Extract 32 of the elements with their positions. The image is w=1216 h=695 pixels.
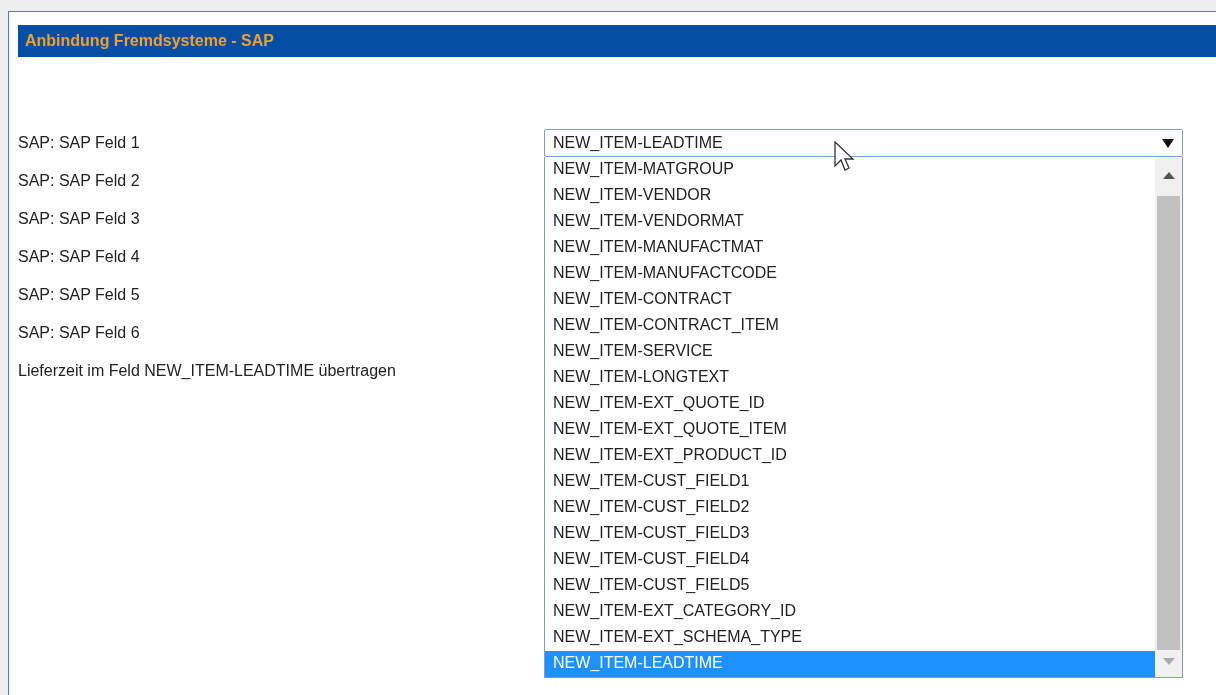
dropdown-option[interactable]: NEW_ITEM-EXT_QUOTE_ITEM <box>545 417 1155 443</box>
panel-header: Anbindung Fremdsysteme - SAP <box>18 25 1216 57</box>
field-label: Lieferzeit im Feld NEW_ITEM-LEADTIME übertragen <box>18 362 397 380</box>
field-label: SAP: SAP Feld 6 <box>18 324 141 342</box>
dropdown-option[interactable]: NEW_ITEM-EXT_PRODUCT_ID <box>545 443 1155 469</box>
dropdown-option[interactable]: NEW_ITEM-CUST_FIELD4 <box>545 547 1155 573</box>
dropdown-option[interactable]: NEW_ITEM-CUST_FIELD5 <box>545 573 1155 599</box>
dropdown-option[interactable]: NEW_ITEM-VENDORMAT <box>545 209 1155 235</box>
field-label: SAP: SAP Feld 4 <box>18 248 141 266</box>
field-label: SAP: SAP Feld 1 <box>18 134 141 152</box>
dropdown-option[interactable]: NEW_ITEM-MANUFACTCODE <box>545 261 1155 287</box>
dropdown-option[interactable]: NEW_ITEM-CUST_FIELD1 <box>545 469 1155 495</box>
dropdown-option[interactable]: NEW_ITEM-EXT_QUOTE_ID <box>545 391 1155 417</box>
dropdown-option[interactable]: NEW_ITEM-EXT_SCHEMA_TYPE <box>545 625 1155 651</box>
caret-icon <box>1162 138 1174 148</box>
dropdown-option[interactable]: NEW_ITEM-CUST_FIELD2 <box>545 495 1155 521</box>
field-label: SAP: SAP Feld 3 <box>18 210 141 228</box>
dropdown-option[interactable]: NEW_ITEM-VENDOR <box>545 183 1155 209</box>
scroll-down-icon[interactable] <box>1162 658 1175 665</box>
dropdown-option[interactable]: NEW_ITEM-EXT_CATEGORY_ID <box>545 599 1155 625</box>
scrollbar-thumb[interactable] <box>1157 196 1180 650</box>
dropdown-select[interactable]: NEW_ITEM-LEADTIME <box>544 129 1183 157</box>
scroll-up-icon[interactable] <box>1162 172 1175 179</box>
dropdown-option[interactable]: NEW_ITEM-MANUFACTMAT <box>545 235 1155 261</box>
dropdown-option[interactable]: NEW_ITEM-CONTRACT <box>545 287 1155 313</box>
dropdown-option[interactable]: NEW_ITEM-MATGROUP <box>545 157 1155 183</box>
dropdown-option[interactable]: NEW_ITEM-SERVICE <box>545 339 1155 365</box>
field-label: SAP: SAP Feld 2 <box>18 172 141 190</box>
dropdown-option[interactable]: NEW_ITEM-LONGTEXT <box>545 365 1155 391</box>
dropdown-option[interactable]: NEW_ITEM-CONTRACT_ITEM <box>545 313 1155 339</box>
dropdown-option[interactable]: NEW_ITEM-CUST_FIELD3 <box>545 521 1155 547</box>
field-label: SAP: SAP Feld 5 <box>18 286 141 304</box>
